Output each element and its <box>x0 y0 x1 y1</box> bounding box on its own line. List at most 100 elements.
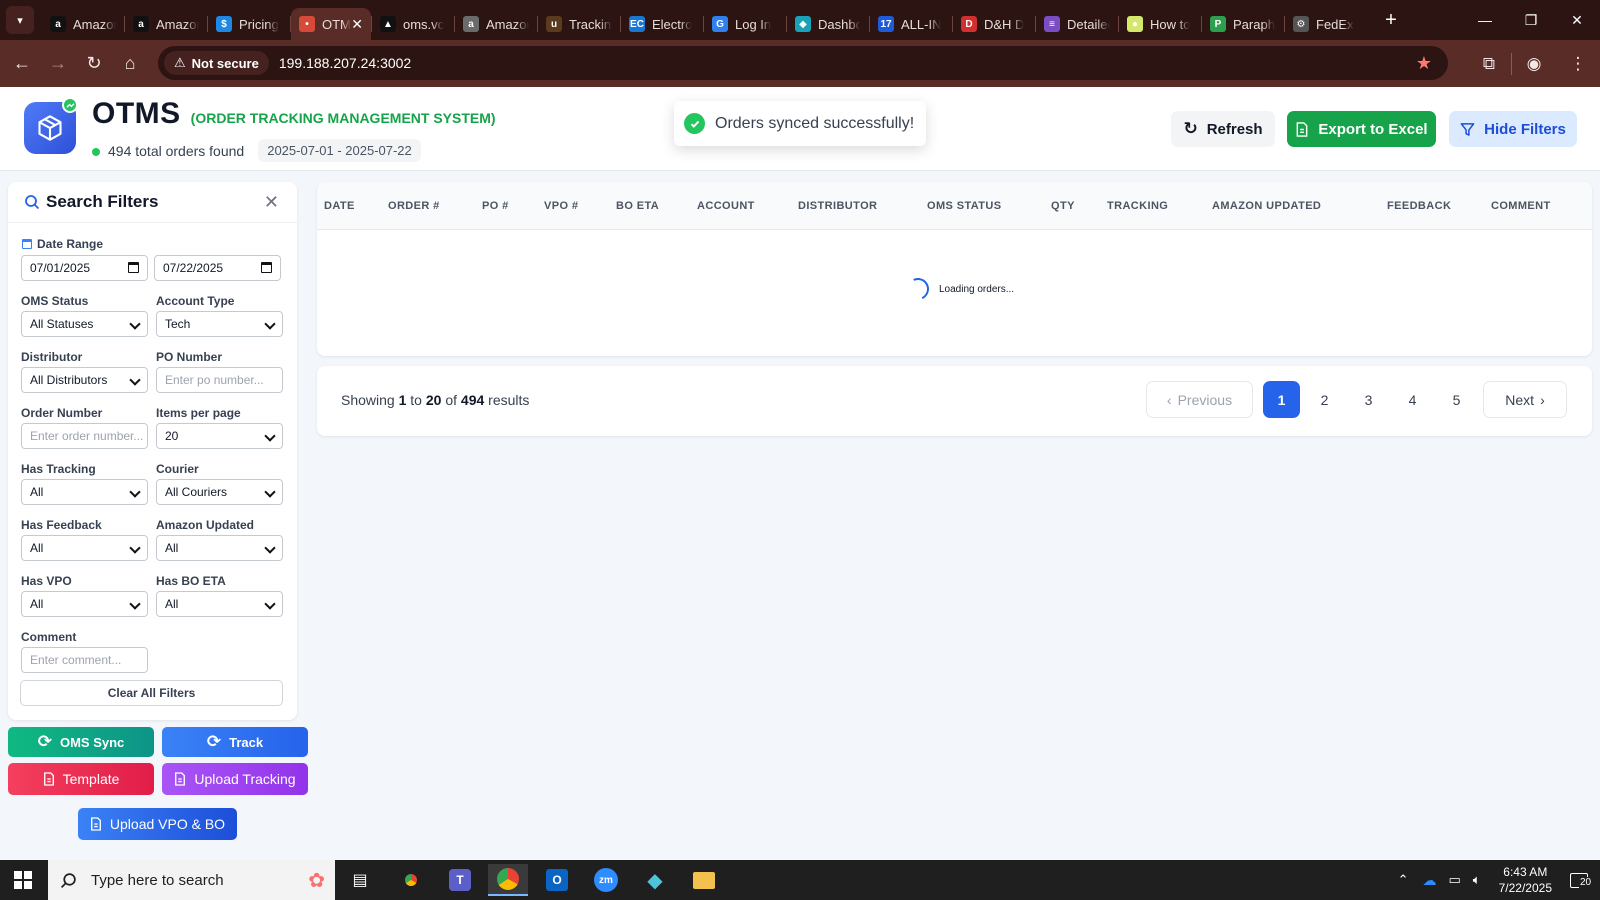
column-header-amazon-updated[interactable]: AMAZON UPDATED <box>1212 200 1321 212</box>
browser-tab[interactable]: D D&H D <box>953 8 1035 40</box>
teams-taskbar-button[interactable]: T <box>440 864 480 896</box>
browser-tab[interactable]: EC Electro <box>621 8 703 40</box>
network-icon[interactable]: ▭ <box>1449 872 1461 888</box>
has-vpo-select[interactable]: All <box>21 591 148 617</box>
distributor-select[interactable]: All Distributors <box>21 367 148 393</box>
column-header-order[interactable]: ORDER # <box>388 200 440 212</box>
address-bar[interactable]: ⚠ Not secure 199.188.207.24:3002 ★ <box>158 46 1448 80</box>
start-button[interactable] <box>0 860 46 900</box>
template-button[interactable]: Template <box>8 763 154 795</box>
outlook-taskbar-button[interactable]: O <box>537 864 577 896</box>
browser-tab[interactable]: P Paraph <box>1202 8 1284 40</box>
taskbar-clock[interactable]: 6:43 AM 7/22/2025 <box>1499 864 1552 896</box>
browser-tab[interactable]: u Tracking <box>538 8 620 40</box>
track-button[interactable]: ⟳ Track <box>162 727 308 757</box>
browser-tab[interactable]: ⚙ FedEx <box>1285 8 1367 40</box>
back-button[interactable]: ← <box>4 46 40 82</box>
items-per-page-select[interactable]: 20 <box>156 423 283 449</box>
browser-tab[interactable]: ◆ Dashboard <box>787 8 869 40</box>
volume-icon[interactable]: 🔈︎ <box>1473 872 1481 888</box>
po-number-input[interactable]: Enter po number... <box>156 367 283 393</box>
notifications-button[interactable]: 20 <box>1570 872 1593 888</box>
new-tab-button[interactable]: + <box>1377 9 1405 32</box>
extensions-icon[interactable]: ⧉ <box>1467 54 1511 74</box>
page-button-4[interactable]: 4 <box>1394 381 1431 418</box>
order-number-input[interactable]: Enter order number... <box>21 423 148 449</box>
cloud-icon[interactable]: ☁ <box>1423 872 1437 889</box>
column-header-distributor[interactable]: DISTRIBUTOR <box>798 200 877 212</box>
column-header-po[interactable]: PO # <box>482 200 509 212</box>
previous-page-button[interactable]: ‹ Previous <box>1146 381 1253 418</box>
close-tab-icon[interactable]: ✕ <box>351 16 363 33</box>
column-header-comment[interactable]: COMMENT <box>1491 200 1551 212</box>
column-header-account[interactable]: ACCOUNT <box>697 200 755 212</box>
export-excel-button[interactable]: Export to Excel <box>1287 111 1436 147</box>
column-header-date[interactable]: DATE <box>324 200 355 212</box>
clear-all-filters-button[interactable]: Clear All Filters <box>20 680 283 706</box>
browser-tab[interactable]: a Amazon <box>42 8 124 40</box>
amazon-updated-select[interactable]: All <box>156 535 283 561</box>
sync-icon: ⟳ <box>37 732 52 751</box>
minimize-button[interactable]: — <box>1462 0 1508 40</box>
date-to-input[interactable]: 07/22/2025 <box>154 255 281 281</box>
profile-icon[interactable]: ◉ <box>1512 54 1556 74</box>
chrome-profile-taskbar-button[interactable] <box>488 864 528 896</box>
menu-icon[interactable]: ⋮ <box>1556 54 1600 74</box>
close-window-button[interactable]: ✕ <box>1554 0 1600 40</box>
has-bo-eta-select[interactable]: All <box>156 591 283 617</box>
column-header-tracking[interactable]: TRACKING <box>1107 200 1168 212</box>
column-header-feedback[interactable]: FEEDBACK <box>1387 200 1451 212</box>
zoom-taskbar-button[interactable]: zm <box>586 864 626 896</box>
browser-tab[interactable]: G Log In <box>704 8 786 40</box>
column-header-vpo[interactable]: VPO # <box>544 200 578 212</box>
reload-button[interactable]: ↻ <box>76 46 112 82</box>
calendar-picker-icon[interactable] <box>261 262 272 273</box>
has-vpo-value: All <box>30 597 44 611</box>
column-header-bo-eta[interactable]: BO ETA <box>616 200 659 212</box>
page-button-3[interactable]: 3 <box>1350 381 1387 418</box>
clock-date: 7/22/2025 <box>1498 881 1552 895</box>
security-chip[interactable]: ⚠ Not secure <box>164 51 269 75</box>
account-type-select[interactable]: Tech <box>156 311 283 337</box>
column-header-qty[interactable]: QTY <box>1051 200 1075 212</box>
column-header-oms-status[interactable]: OMS STATUS <box>927 200 1001 212</box>
browser-tab[interactable]: a Amazon <box>125 8 207 40</box>
browser-tab[interactable]: 17 ALL-IN <box>870 8 952 40</box>
page-button-1[interactable]: 1 <box>1263 381 1300 418</box>
oms-sync-button[interactable]: ⟳ OMS Sync <box>8 727 154 757</box>
task-view-button[interactable]: ▤ <box>340 864 380 896</box>
upload-tracking-button[interactable]: Upload Tracking <box>162 763 308 795</box>
chrome-taskbar-button[interactable] <box>391 864 431 896</box>
browser-tab[interactable]: $ Pricing <box>208 8 290 40</box>
chevron-up-icon[interactable]: ⌃ <box>1398 872 1409 888</box>
close-filters-icon[interactable]: ✕ <box>264 192 279 213</box>
template-label: Template <box>62 771 120 787</box>
restore-button[interactable]: ❐ <box>1508 0 1554 40</box>
browser-tab[interactable]: a Amazon <box>455 8 537 40</box>
courier-select[interactable]: All Couriers <box>156 479 283 505</box>
oms-status-select[interactable]: All Statuses <box>21 311 148 337</box>
file-explorer-taskbar-button[interactable] <box>684 864 724 896</box>
tab-title: Tracking <box>569 16 612 32</box>
browser-tab[interactable]: ▲ oms.vc <box>372 8 454 40</box>
taskbar-search[interactable]: Type here to search ✿ <box>48 860 335 900</box>
has-tracking-select[interactable]: All <box>21 479 148 505</box>
hide-filters-button[interactable]: Hide Filters <box>1449 111 1577 147</box>
upload-vpo-bo-button[interactable]: Upload VPO & BO <box>78 808 237 840</box>
browser-tab[interactable]: ● How to <box>1119 8 1201 40</box>
forward-button[interactable]: → <box>40 46 76 82</box>
home-button[interactable]: ⌂ <box>112 46 148 82</box>
tab-search-button[interactable]: ▾ <box>6 6 34 34</box>
browser-tab[interactable]: • OTMS✕ <box>291 8 371 40</box>
page-button-2[interactable]: 2 <box>1306 381 1343 418</box>
page-button-5[interactable]: 5 <box>1438 381 1475 418</box>
bookmark-star-icon[interactable]: ★ <box>1416 53 1432 74</box>
comment-input[interactable]: Enter comment... <box>21 647 148 673</box>
calendar-picker-icon[interactable] <box>128 262 139 273</box>
browser-tab[interactable]: ≡ Detailed <box>1036 8 1118 40</box>
next-page-button[interactable]: Next › <box>1483 381 1567 418</box>
app-taskbar-button[interactable]: ◆ <box>635 864 675 896</box>
refresh-button[interactable]: ↻ Refresh <box>1171 111 1275 147</box>
has-feedback-select[interactable]: All <box>21 535 148 561</box>
date-from-input[interactable]: 07/01/2025 <box>21 255 148 281</box>
